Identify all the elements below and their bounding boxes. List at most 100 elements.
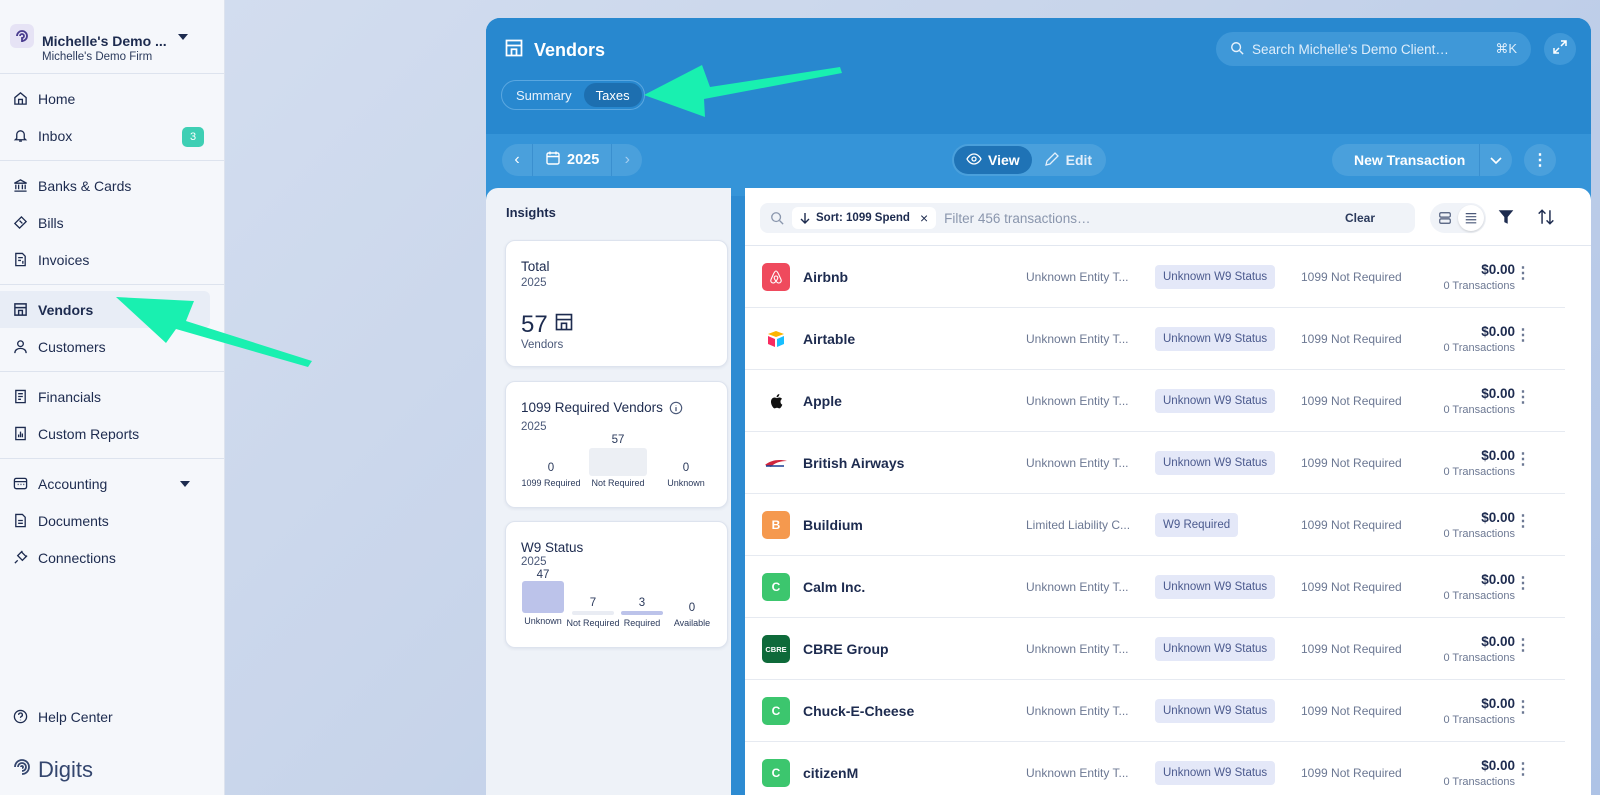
next-year-button[interactable]: › <box>612 144 642 176</box>
table-row[interactable]: Apple Unknown Entity T... Unknown W9 Statu… <box>745 370 1565 432</box>
new-transaction-dropdown[interactable] <box>1480 152 1512 168</box>
row-menu-kebab-icon[interactable]: ⋮ <box>1515 638 1531 654</box>
sidebar-item-inbox[interactable]: Inbox 3 <box>0 117 224 154</box>
vendor-name[interactable]: Buildium <box>803 517 863 533</box>
bar-w9-available: 0 Available <box>670 602 714 628</box>
w9-status-badge[interactable]: Unknown W9 Status <box>1155 327 1276 351</box>
bar-label: Unknown <box>667 478 705 488</box>
bar-1099-required: 0 1099 Required <box>521 462 581 488</box>
w9-status-badge[interactable]: Unknown W9 Status <box>1155 265 1276 289</box>
sort-icon[interactable] <box>1537 208 1555 231</box>
sidebar-item-invoices[interactable]: Invoices <box>0 241 224 278</box>
sort-chip[interactable]: Sort: 1099 Spend × <box>792 207 937 229</box>
card-title: 1099 Required Vendors <box>521 400 683 415</box>
vendor-name[interactable]: citizenM <box>803 765 858 781</box>
total-count: 57 <box>521 311 548 338</box>
w9-status-badge[interactable]: Unknown W9 Status <box>1155 575 1276 599</box>
row-menu-kebab-icon[interactable]: ⋮ <box>1515 576 1531 592</box>
w9-status-badge[interactable]: Unknown W9 Status <box>1155 451 1276 475</box>
sidebar-item-label: Banks & Cards <box>38 177 132 194</box>
bar-fill <box>589 448 647 476</box>
chevron-down-icon[interactable] <box>180 481 190 487</box>
year-picker[interactable]: 2025 <box>532 144 613 176</box>
filter-input[interactable]: Sort: 1099 Spend × Filter 456 transactio… <box>760 203 1415 233</box>
vendor-amount: $0.00 <box>1481 386 1515 401</box>
tab-summary[interactable]: Summary <box>504 83 584 107</box>
table-row[interactable]: CBRE CBRE Group Unknown Entity T... Unknown… <box>745 618 1565 680</box>
view-tabs: Summary Taxes <box>501 80 645 110</box>
clear-button[interactable]: Clear <box>1345 211 1375 225</box>
row-menu-kebab-icon[interactable]: ⋮ <box>1515 762 1531 778</box>
sidebar-item-home[interactable]: Home <box>0 80 224 117</box>
sidebar-item-connections[interactable]: Connections <box>0 539 224 576</box>
bar-w9-required: 3 Required <box>620 597 664 628</box>
1099-requirement: 1099 Not Required <box>1301 270 1402 284</box>
chevron-down-icon[interactable] <box>178 34 188 40</box>
sidebar-item-accounting[interactable]: Accounting <box>0 465 224 502</box>
sidebar-item-documents[interactable]: Documents <box>0 502 224 539</box>
more-options-button[interactable]: ⋮ <box>1524 144 1556 176</box>
w9-status-badge[interactable]: Unknown W9 Status <box>1155 699 1276 723</box>
sidebar-item-label: Invoices <box>38 251 90 268</box>
view-mode-button[interactable]: View <box>954 146 1032 174</box>
sidebar-item-custom-reports[interactable]: Custom Reports <box>0 415 224 452</box>
table-row[interactable]: Airbnb Unknown Entity T... Unknown W9 Stat… <box>745 246 1565 308</box>
vendor-name[interactable]: Chuck-E-Cheese <box>803 703 914 719</box>
sidebar-item-help-center[interactable]: Help Center <box>0 698 224 735</box>
row-menu-kebab-icon[interactable]: ⋮ <box>1515 390 1531 406</box>
vendor-name[interactable]: Airtable <box>803 331 855 347</box>
list-view-button[interactable] <box>1458 205 1484 231</box>
row-menu-kebab-icon[interactable]: ⋮ <box>1515 700 1531 716</box>
edit-mode-button[interactable]: Edit <box>1032 146 1104 174</box>
global-search[interactable]: Search Michelle's Demo Client… ⌘K <box>1216 32 1531 66</box>
transaction-count: 0 Transactions <box>1443 652 1515 664</box>
sidebar-item-vendors[interactable]: Vendors <box>0 291 210 328</box>
firm-subtitle: Michelle's Demo Firm <box>42 50 153 63</box>
expand-button[interactable] <box>1544 33 1576 65</box>
required-1099-card[interactable]: 1099 Required Vendors 2025 0 1099 Requir… <box>505 381 728 508</box>
row-menu-kebab-icon[interactable]: ⋮ <box>1515 514 1531 530</box>
w9-status-badge[interactable]: Unknown W9 Status <box>1155 761 1276 785</box>
bar-value: 7 <box>589 597 597 609</box>
tab-taxes[interactable]: Taxes <box>583 83 642 107</box>
w9-status-badge[interactable]: Unknown W9 Status <box>1155 389 1276 413</box>
table-row[interactable]: B Buildium Limited Liability C... W9 Requir… <box>745 494 1565 556</box>
vendor-logo-icon <box>762 263 790 291</box>
row-menu-kebab-icon[interactable]: ⋮ <box>1515 452 1531 468</box>
w9-status-card[interactable]: W9 Status 2025 47 Unknown 7 Not Required… <box>505 521 728 648</box>
table-row[interactable]: C Calm Inc. Unknown Entity T... Unknown W9 … <box>745 556 1565 618</box>
sidebar-item-financials[interactable]: Financials <box>0 378 224 415</box>
info-icon[interactable] <box>669 401 683 415</box>
sidebar-item-banks-cards[interactable]: Banks & Cards <box>0 167 224 204</box>
sidebar-item-customers[interactable]: Customers <box>0 328 224 365</box>
total-vendors-card[interactable]: Total 2025 57 Vendors <box>505 240 728 367</box>
sidebar-item-bills[interactable]: Bills <box>0 204 224 241</box>
firm-name: Michelle's Demo ... <box>42 32 167 49</box>
w9-status-badge[interactable]: Unknown W9 Status <box>1155 637 1276 661</box>
card-view-button[interactable] <box>1432 205 1458 231</box>
table-row[interactable]: CcitizenM Unknown Entity T... Unknown W9 S… <box>745 742 1565 795</box>
vendor-name[interactable]: CBRE Group <box>803 641 889 657</box>
vendor-name[interactable]: British Airways <box>803 455 904 471</box>
bar-value: 57 <box>611 434 625 446</box>
table-row[interactable]: Airtable Unknown Entity T... Unknown W9 St… <box>745 308 1565 370</box>
row-menu-kebab-icon[interactable]: ⋮ <box>1515 328 1531 344</box>
table-row[interactable]: British Airways Unknown Entity T... Unknow… <box>745 432 1565 494</box>
row-menu-kebab-icon[interactable]: ⋮ <box>1515 266 1531 282</box>
transaction-count: 0 Transactions <box>1443 342 1515 354</box>
vendor-amount: $0.00 <box>1481 324 1515 339</box>
close-icon[interactable]: × <box>920 210 928 226</box>
density-toggle <box>1430 203 1486 233</box>
vendor-name[interactable]: Airbnb <box>803 269 848 285</box>
filter-icon[interactable] <box>1497 208 1515 231</box>
prev-year-button[interactable]: ‹ <box>502 144 532 176</box>
filter-bar: Sort: 1099 Spend × Filter 456 transactio… <box>745 188 1591 246</box>
vendor-name[interactable]: Calm Inc. <box>803 579 865 595</box>
firm-switcher[interactable]: Michelle's Demo ... Michelle's Demo Firm <box>0 0 224 74</box>
w9-status-badge[interactable]: W9 Required <box>1155 513 1239 537</box>
new-transaction-button[interactable]: New Transaction <box>1332 144 1481 176</box>
entity-type: Unknown Entity T... <box>1026 704 1129 718</box>
table-row[interactable]: C Chuck-E-Cheese Unknown Entity T... Unknow… <box>745 680 1565 742</box>
document-icon <box>12 513 28 529</box>
vendor-name[interactable]: Apple <box>803 393 842 409</box>
